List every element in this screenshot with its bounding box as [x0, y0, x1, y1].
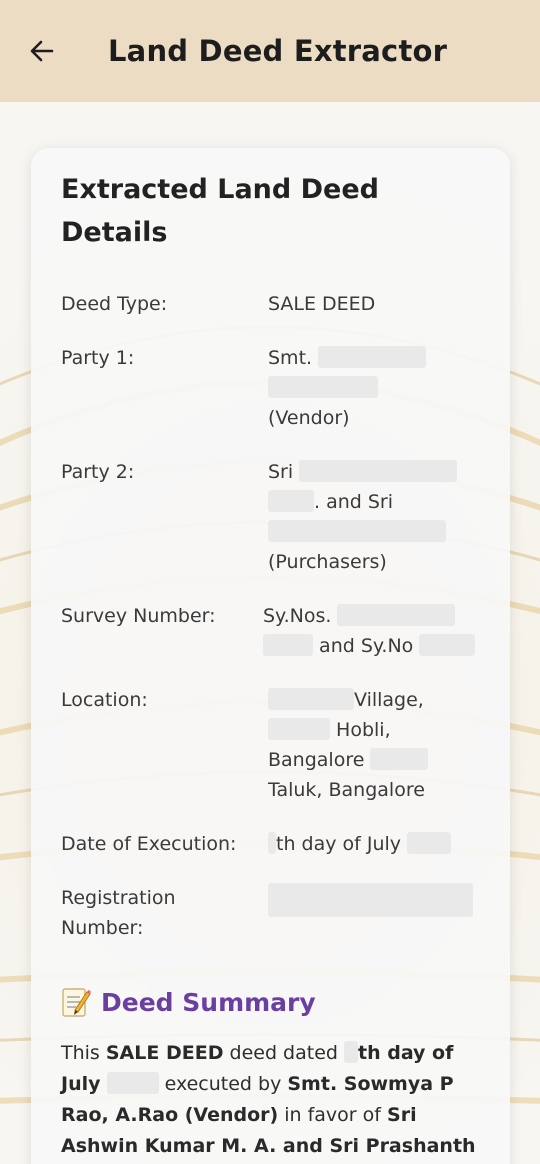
redacted-block [419, 634, 476, 656]
redacted-block [337, 604, 456, 626]
deed-type-value: SALE DEED [268, 293, 376, 315]
date-of-execution-label: Date of Execution: [61, 833, 237, 855]
location-label: Location: [61, 689, 148, 711]
survey-number-value: Sy.Nos. and Sy.No [263, 601, 503, 661]
party1-prefix: Smt. [268, 347, 313, 369]
redacted-block [318, 346, 427, 368]
deed-summary-text: This SALE DEED deed dated th day of July… [61, 1038, 491, 1162]
redacted-block [263, 634, 313, 656]
summary-text-part: executed by [164, 1073, 288, 1095]
summary-text-part: in favor of [278, 1104, 388, 1126]
app-bar: Land Deed Extractor [0, 0, 540, 102]
redacted-block [268, 883, 473, 917]
party1-role: (Vendor) [268, 407, 350, 429]
location-line1: Village, [354, 689, 424, 711]
redacted-block [407, 832, 452, 854]
card-title: Extracted Land Deed Details [61, 174, 379, 248]
summary-text-part: This [61, 1042, 106, 1064]
deed-summary-heading: Deed Summary [61, 986, 316, 1018]
summary-text-part: deed dated [223, 1042, 344, 1064]
redacted-block [370, 748, 429, 770]
redacted-block [268, 688, 354, 710]
deed-type-label: Deed Type: [61, 293, 168, 315]
summary-deed-type: SALE DEED [105, 1042, 224, 1064]
party1-value: Smt. (Vendor) [268, 343, 493, 433]
location-line2: Hobli, [336, 719, 391, 741]
location-value: Village, Hobli, Bangalore Taluk, Bangalo… [268, 685, 493, 805]
party2-prefix: Sri [268, 461, 294, 483]
survey-number-label: Survey Number: [61, 605, 216, 627]
survey-mid: and Sy.No [319, 635, 414, 657]
memo-icon [62, 988, 91, 1017]
party2-value: Sri . and Sri (Purchasers) [268, 457, 493, 577]
redacted-block [268, 718, 330, 740]
location-line4: Taluk, Bangalore [268, 779, 425, 801]
date-of-execution-value: th day of July [268, 829, 493, 859]
redacted-block [268, 520, 446, 542]
party2-role: (Purchasers) [268, 551, 387, 573]
registration-number-value [268, 883, 493, 922]
redacted-block [268, 832, 276, 854]
redacted-block [299, 460, 458, 482]
date-text: th day of July [276, 833, 402, 855]
summary-heading-text: Deed Summary [101, 987, 316, 1017]
registration-number-label: Registration Number: [61, 887, 176, 939]
party2-mid: . and Sri [314, 491, 394, 513]
arrow-left-icon [30, 40, 54, 62]
redacted-block [344, 1041, 358, 1063]
party2-label: Party 2: [61, 461, 135, 483]
redacted-block [106, 1072, 159, 1094]
survey-prefix: Sy.Nos. [263, 605, 332, 627]
app-screen: Land Deed Extractor Extracted Land Deed … [0, 0, 540, 1164]
redacted-block [268, 490, 314, 512]
party1-label: Party 1: [61, 347, 135, 369]
location-line3: Bangalore [268, 749, 365, 771]
page-title: Land Deed Extractor [108, 34, 448, 68]
details-card: Extracted Land Deed Details Deed Type: S… [31, 148, 510, 1164]
redacted-block [268, 376, 378, 398]
back-button[interactable] [20, 29, 64, 73]
